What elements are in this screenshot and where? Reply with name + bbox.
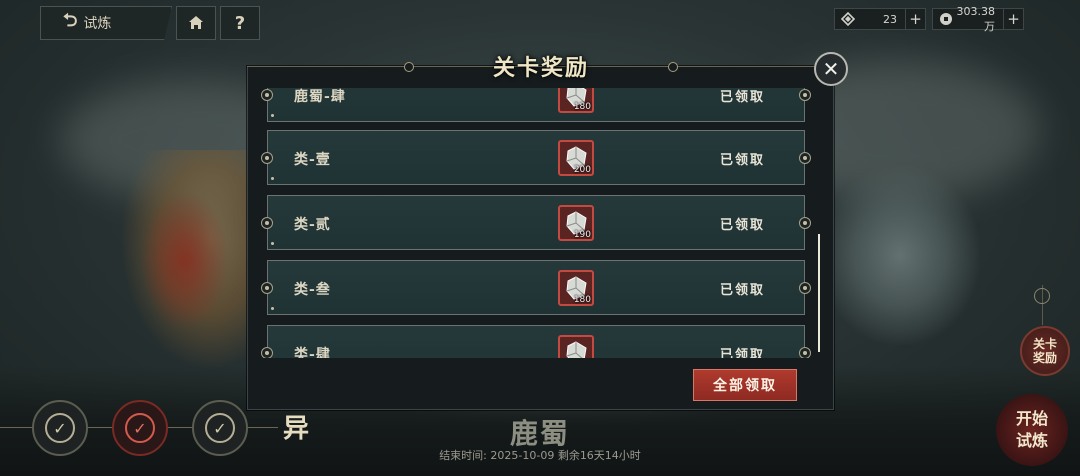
- reward-item[interactable]: 180: [558, 270, 594, 306]
- stage-reward-button[interactable]: 关卡奖励: [1020, 326, 1070, 376]
- row-ornament-icon: [799, 88, 811, 101]
- row-ornament-icon: [799, 281, 811, 294]
- reward-item[interactable]: [558, 335, 594, 358]
- claim-status: 已领取: [720, 153, 766, 168]
- claim-status: 已领取: [720, 218, 766, 233]
- row-ornament-icon: [261, 151, 273, 164]
- row-stage-name: 类-肆: [294, 347, 331, 358]
- row-dot: [271, 242, 274, 245]
- back-button[interactable]: ⮌ 试炼: [40, 6, 172, 40]
- coin-icon: [937, 10, 955, 28]
- list-scrollbar[interactable]: [818, 234, 820, 352]
- row-dot: [271, 177, 274, 180]
- claim-status: 已领取: [720, 90, 766, 105]
- end-time-text: 结束时间: 2025-10-09 剩余16天14小时: [439, 449, 641, 462]
- claim-all-label: 全部领取: [713, 378, 777, 394]
- add-ticket-button[interactable]: +: [905, 9, 925, 29]
- reward-row: 鹿蜀-肆 180 已领取: [261, 88, 811, 122]
- reward-count: 190: [573, 230, 591, 240]
- row-dot: [271, 307, 274, 310]
- row-ornament-icon: [261, 216, 273, 229]
- row-ornament-icon: [799, 151, 811, 164]
- row-ornament-icon: [799, 346, 811, 358]
- return-arrow-icon: ⮌: [63, 10, 78, 31]
- stage-reward-label: 关卡奖励: [1032, 336, 1057, 365]
- claim-all-button[interactable]: 全部领取: [693, 369, 797, 401]
- help-icon: ?: [234, 12, 246, 34]
- reward-list[interactable]: 鹿蜀-肆 180 已领取 类-壹 200 已领取 类-贰 190 已领取 类-叁: [257, 88, 815, 358]
- row-ornament-icon: [261, 346, 273, 358]
- close-button[interactable]: ✕: [814, 52, 848, 86]
- home-button[interactable]: [176, 6, 216, 40]
- resource-ticket: 23 +: [834, 8, 926, 30]
- help-button[interactable]: ?: [220, 6, 260, 40]
- row-stage-name: 类-叁: [294, 282, 331, 298]
- creature-illustration-right: [820, 165, 980, 345]
- resource-coin: 303.38万 +: [932, 5, 1024, 33]
- add-coin-button[interactable]: +: [1003, 9, 1023, 29]
- panel-title: 关卡奖励: [492, 55, 589, 81]
- side-path-node: [1034, 288, 1050, 304]
- start-trial-label: 开始试炼: [1015, 409, 1048, 450]
- reward-row: 类-贰 190 已领取: [261, 195, 811, 250]
- row-ornament-icon: [261, 88, 273, 101]
- reward-row: 类-壹 200 已领取: [261, 130, 811, 185]
- reward-item[interactable]: 180: [558, 88, 594, 113]
- row-ornament-icon: [261, 281, 273, 294]
- row-dot: [271, 114, 274, 117]
- home-icon: [189, 16, 203, 29]
- crystal-icon: [566, 341, 587, 358]
- row-ornament-icon: [799, 216, 811, 229]
- close-icon: ✕: [822, 57, 840, 81]
- claim-status: 已领取: [720, 348, 766, 358]
- reward-count: 180: [573, 295, 591, 305]
- reward-count: 180: [573, 102, 591, 112]
- row-stage-name: 类-壹: [294, 152, 331, 168]
- reward-count: 200: [573, 165, 591, 175]
- claim-status: 已领取: [720, 283, 766, 298]
- panel-title-wrap: 关卡奖励: [402, 50, 680, 82]
- reward-item[interactable]: 190: [558, 205, 594, 241]
- diamond-ticket-icon: [839, 10, 857, 28]
- coin-count: 303.38万: [956, 4, 996, 33]
- stage-title: 鹿蜀: [509, 417, 570, 450]
- reward-item[interactable]: 200: [558, 140, 594, 176]
- reward-row: 类-叁 180 已领取: [261, 260, 811, 315]
- back-button-label: 试炼: [83, 16, 112, 32]
- row-stage-name: 鹿蜀-肆: [294, 89, 346, 105]
- row-stage-name: 类-贰: [294, 217, 331, 233]
- creature-mane: [140, 190, 230, 330]
- ticket-count: 23: [883, 12, 897, 26]
- start-trial-button[interactable]: 开始试炼: [996, 394, 1068, 466]
- reward-row: 类-肆 已领取: [261, 325, 811, 358]
